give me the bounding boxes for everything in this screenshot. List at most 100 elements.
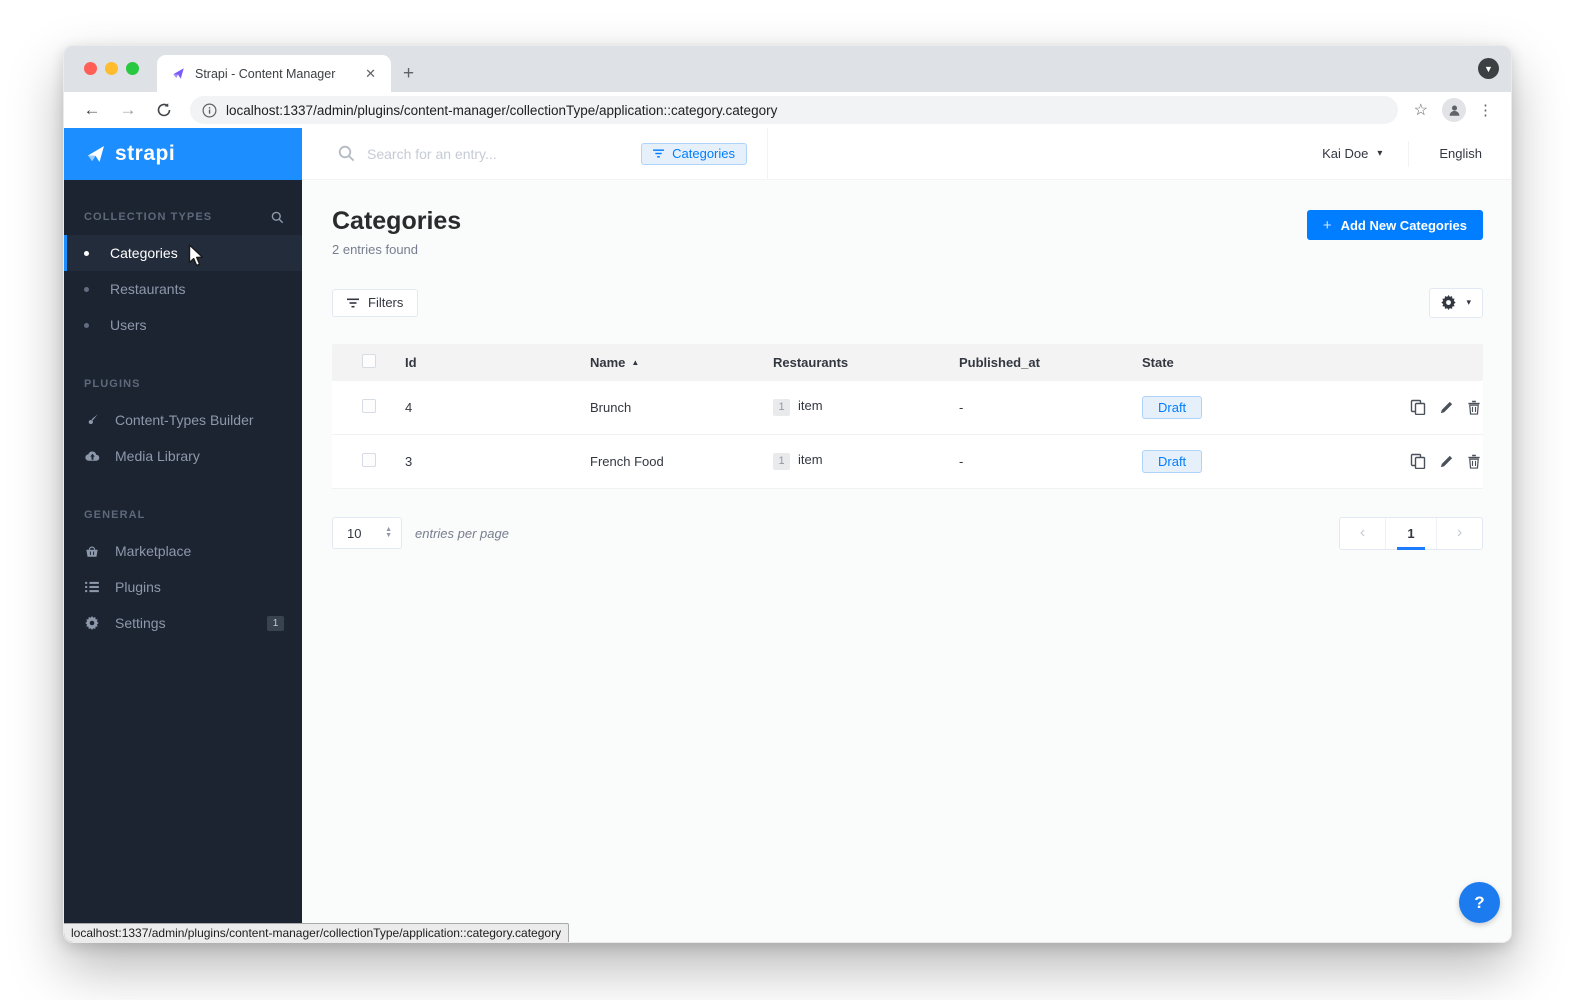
- mouse-cursor: [188, 244, 204, 267]
- browser-menu-icon[interactable]: ⋮: [1478, 101, 1493, 119]
- add-new-categories-button[interactable]: + Add New Categories: [1306, 210, 1483, 240]
- bullet-icon: [84, 250, 89, 256]
- strapi-logo-icon: [88, 146, 104, 162]
- content-area: Categories 2 entries found + Add New Cat…: [302, 180, 1511, 942]
- help-button[interactable]: ?: [1459, 882, 1500, 923]
- sidebar-item-media-library[interactable]: Media Library: [64, 438, 302, 474]
- browser-tab[interactable]: Strapi - Content Manager ✕: [157, 55, 391, 92]
- edit-pencil-icon[interactable]: [1439, 400, 1454, 415]
- search-icon[interactable]: [271, 211, 284, 224]
- minimize-window-button[interactable]: [105, 62, 118, 75]
- count-badge: 1: [773, 452, 790, 470]
- new-tab-button[interactable]: +: [403, 63, 414, 85]
- sidebar-nav: COLLECTION TYPES Categories Restaurants: [64, 180, 302, 641]
- sidebar-item-users[interactable]: Users: [64, 307, 302, 343]
- section-label: PLUGINS: [84, 378, 141, 390]
- pagination: ‹ 1 ›: [1339, 516, 1483, 550]
- sidebar-item-label: Users: [110, 317, 147, 333]
- zoom-window-button[interactable]: [126, 62, 139, 75]
- current-page[interactable]: 1: [1385, 517, 1437, 550]
- count-label: item: [798, 398, 823, 414]
- page-title: Categories: [332, 207, 462, 235]
- table-row[interactable]: 3 French Food 1 item - Draft: [332, 434, 1483, 489]
- next-page-button[interactable]: ›: [1437, 518, 1482, 549]
- column-header-state[interactable]: State: [1142, 355, 1368, 370]
- cloud-upload-icon: [84, 448, 100, 464]
- state-badge: Draft: [1142, 395, 1203, 419]
- prev-page-button[interactable]: ‹: [1340, 518, 1385, 549]
- row-checkbox[interactable]: [361, 452, 376, 467]
- stepper-down-icon[interactable]: ▼: [385, 532, 392, 539]
- cell-id: 4: [405, 399, 413, 415]
- sidebar-item-label: Settings: [115, 615, 166, 631]
- sidebar-item-plugins[interactable]: Plugins: [64, 569, 302, 605]
- gear-icon: [1441, 295, 1457, 310]
- column-header-published-at[interactable]: Published_at: [959, 355, 1142, 370]
- column-header-restaurants[interactable]: Restaurants: [773, 355, 959, 370]
- person-icon: [1449, 105, 1459, 116]
- sidebar-item-settings[interactable]: Settings 1: [64, 605, 302, 641]
- search-input[interactable]: [367, 145, 642, 162]
- sidebar-item-categories[interactable]: Categories: [64, 235, 302, 271]
- browser-profile-avatar[interactable]: [1442, 98, 1466, 122]
- cell-restaurants: 1 item: [773, 452, 959, 470]
- table-settings-button[interactable]: ▾: [1429, 287, 1483, 318]
- categories-filter-chip[interactable]: Categories: [641, 142, 747, 165]
- tab-search-icon[interactable]: ▼: [1478, 58, 1499, 79]
- language-selector[interactable]: English: [1409, 146, 1511, 161]
- sidebar-item-restaurants[interactable]: Restaurants: [64, 271, 302, 307]
- entry-search-area: Categories: [302, 128, 768, 179]
- row-checkbox[interactable]: [361, 398, 376, 413]
- section-collection-types: COLLECTION TYPES: [64, 208, 302, 226]
- page-header: Categories 2 entries found: [332, 207, 462, 256]
- edit-pencil-icon[interactable]: [1439, 454, 1454, 469]
- url-text: localhost:1337/admin/plugins/content-man…: [226, 102, 778, 118]
- sidebar-item-marketplace[interactable]: Marketplace: [64, 533, 302, 569]
- bullet-icon: [84, 286, 89, 292]
- back-button[interactable]: ←: [80, 100, 104, 120]
- sidebar-item-label: Plugins: [115, 579, 161, 595]
- select-all-checkbox[interactable]: [361, 353, 376, 368]
- close-tab-icon[interactable]: ✕: [360, 64, 381, 84]
- sidebar-item-content-types-builder[interactable]: Content-Types Builder: [64, 402, 302, 438]
- duplicate-icon[interactable]: [1410, 399, 1426, 415]
- strapi-logo[interactable]: strapi: [64, 128, 302, 180]
- column-label: Name: [590, 354, 626, 370]
- count-badge: 1: [773, 398, 790, 416]
- close-window-button[interactable]: [84, 62, 97, 75]
- section-general: GENERAL: [64, 506, 302, 524]
- bookmark-star-icon[interactable]: ☆: [1414, 100, 1428, 120]
- delete-trash-icon[interactable]: [1467, 400, 1481, 415]
- forward-button[interactable]: →: [116, 100, 140, 120]
- table-header-row: Id Name ▲ Restaurants Published_at State: [332, 343, 1483, 381]
- browser-toolbar: ← → localhost:1337/admin/plugins/content…: [64, 92, 1511, 128]
- strapi-sidebar: strapi COLLECTION TYPES Categories Resta: [64, 128, 302, 942]
- site-info-icon[interactable]: [202, 103, 217, 118]
- filters-button[interactable]: Filters: [332, 288, 419, 317]
- chip-label: Categories: [672, 146, 735, 161]
- count-label: item: [798, 452, 823, 468]
- delete-trash-icon[interactable]: [1467, 454, 1481, 469]
- reload-button[interactable]: [152, 102, 176, 118]
- strapi-favicon: [173, 68, 184, 79]
- address-bar[interactable]: localhost:1337/admin/plugins/content-man…: [190, 96, 1398, 124]
- sidebar-item-label: Content-Types Builder: [115, 412, 254, 428]
- column-header-id[interactable]: Id: [405, 355, 590, 370]
- entries-table: Id Name ▲ Restaurants Published_at State …: [332, 343, 1483, 489]
- sidebar-item-label: Marketplace: [115, 543, 192, 559]
- table-row[interactable]: 4 Brunch 1 item - Draft: [332, 380, 1483, 435]
- list-icon: [84, 579, 100, 595]
- user-name: Kai Doe: [1322, 146, 1369, 161]
- column-header-name[interactable]: Name ▲: [590, 355, 773, 370]
- main-panel: Categories Kai Doe ▾ English Categories: [302, 128, 1511, 942]
- cell-id: 3: [405, 453, 413, 469]
- duplicate-icon[interactable]: [1410, 453, 1426, 469]
- browser-status-bar: localhost:1337/admin/plugins/content-man…: [64, 923, 570, 942]
- sidebar-item-label: Restaurants: [110, 281, 186, 297]
- sidebar-item-label: Media Library: [115, 448, 200, 464]
- entries-per-page-select[interactable]: 10 ▲ ▼: [332, 517, 402, 549]
- cell-published-at: -: [959, 453, 964, 469]
- section-plugins: PLUGINS: [64, 375, 302, 393]
- add-button-label: Add New Categories: [1340, 217, 1467, 233]
- user-menu[interactable]: Kai Doe ▾: [1296, 146, 1408, 161]
